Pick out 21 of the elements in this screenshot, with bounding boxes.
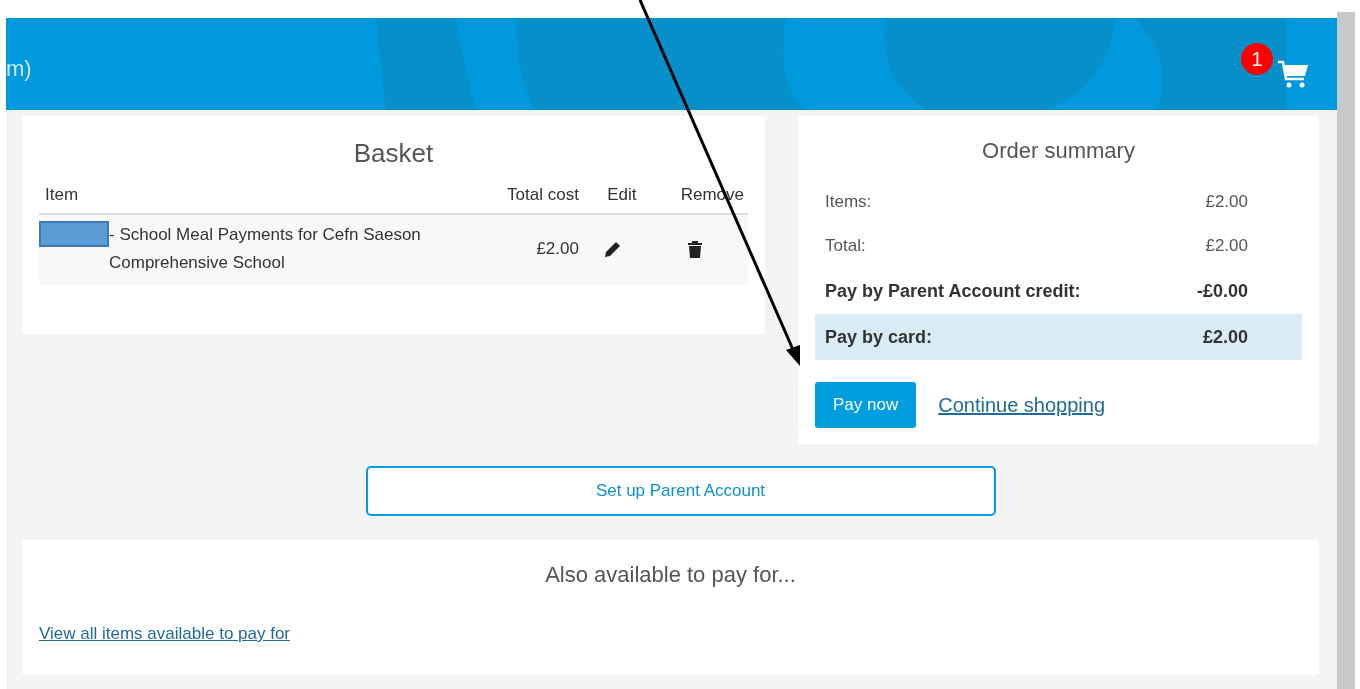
summary-value: £2.00 — [1205, 236, 1248, 256]
basket-title: Basket — [352, 138, 435, 169]
summary-value: -£0.00 — [1196, 280, 1248, 302]
summary-value: £2.00 — [1202, 326, 1248, 348]
item-total: £2.00 — [536, 239, 579, 258]
scrollbar[interactable] — [1337, 12, 1355, 689]
item-description: - School Meal Payments for Cefn Saeson Comprehensive School — [109, 224, 422, 274]
continue-shopping-link[interactable]: Continue shopping — [938, 393, 1105, 417]
also-available-title: Also available to pay for... — [544, 562, 797, 588]
pay-now-button[interactable]: Pay now — [815, 382, 917, 428]
summary-label: Items: — [825, 192, 872, 212]
view-all-items-link[interactable]: View all items available to pay for — [39, 624, 291, 644]
summary-label: Pay by Parent Account credit: — [825, 280, 1081, 302]
site-title: m) — [6, 56, 32, 82]
pencil-icon[interactable] — [602, 239, 623, 260]
shopping-cart-icon[interactable] — [1277, 59, 1309, 89]
summary-value: £2.00 — [1205, 192, 1248, 212]
set-up-account-button[interactable]: Set up Parent Account — [365, 466, 996, 516]
summary-label: Pay by card: — [825, 326, 933, 348]
order-summary-title: Order summary — [981, 138, 1136, 164]
summary-label: Total: — [825, 236, 866, 256]
